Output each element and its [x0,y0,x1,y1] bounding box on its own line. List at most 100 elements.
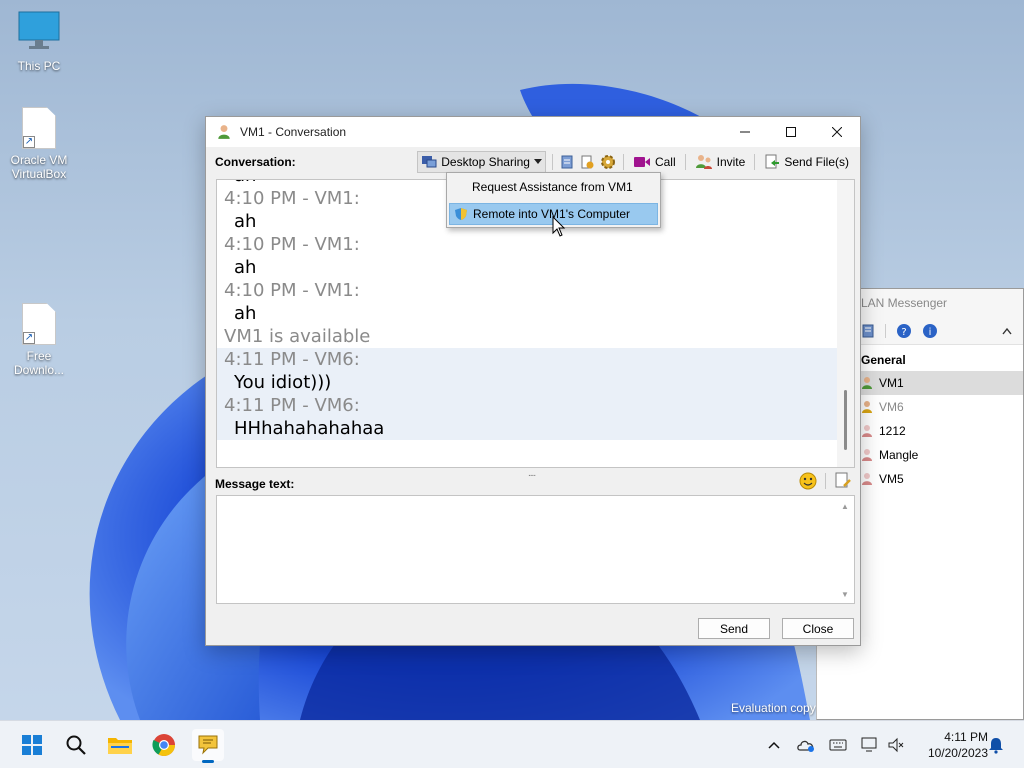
start-icon [22,735,42,755]
user-name: VM5 [879,472,904,486]
svg-text:?: ? [901,327,906,338]
message-entry: 4:11 PM - VM6: You idiot))) [217,348,837,394]
video-camera-icon [633,157,650,167]
desktop-sharing-button[interactable]: Desktop Sharing [417,151,546,173]
mouse-cursor-icon [552,216,566,237]
user-offline-icon [862,473,872,485]
message-entry: 4:11 PM - VM6: HHhahahahahaa [217,394,837,440]
user-name: VM6 [879,400,904,414]
message-text: You idiot))) [234,372,332,393]
user-online-icon [218,125,230,139]
message-text-label: Message text: [215,477,295,491]
cloud-icon [797,740,814,752]
conversation-titlebar[interactable]: VM1 - Conversation [206,117,860,147]
chrome-button[interactable] [148,729,180,761]
message-input-scrollbar[interactable]: ▲ ▼ [837,496,854,603]
bell-icon [989,738,1003,754]
invite-label: Invite [716,155,746,169]
minimize-button[interactable] [722,117,768,147]
toolbar-separator [754,154,756,170]
call-button[interactable]: Call [630,151,679,173]
clock-time: 4:11 PM [944,730,988,744]
message-input[interactable]: ▲ ▼ [216,495,855,604]
minimize-icon [740,131,750,133]
desktop-icon-label: This PC [17,59,61,73]
invite-button[interactable]: Invite [692,151,749,173]
desktop-icon-virtualbox[interactable]: ↗ Oracle VM VirtualBox [3,107,75,181]
volume-muted-icon [888,737,904,753]
lan-messenger-taskbar-button[interactable] [192,729,224,763]
splitter-handle[interactable]: .... [528,468,536,479]
message-text: ah [234,303,257,324]
menu-item-label: Request Assistance from VM1 [472,180,633,194]
send-files-button[interactable]: Send File(s) [761,151,852,173]
desktop-icon-label: Oracle VM VirtualBox [10,153,68,181]
file-shortcut-icon: ↗ [22,303,56,345]
user-name: VM1 [879,376,904,390]
show-hidden-icons-button[interactable] [764,735,784,755]
taskbar: 4:11 PM 10/20/2023 [0,720,1024,768]
send-file-icon [765,154,780,169]
invite-users-icon [695,155,712,169]
transfer-file-icon[interactable] [579,154,595,170]
status-message: VM1 is available [224,326,371,347]
svg-text:i: i [929,327,932,338]
taskbar-clock[interactable]: 4:11 PM 10/20/2023 [912,729,988,761]
collapse-chevron-icon[interactable] [1002,327,1012,335]
file-explorer-button[interactable] [104,729,136,761]
message-entry: 4:10 PM - VM1: ah [217,233,837,279]
scroll-down-icon[interactable]: ▼ [841,590,849,599]
search-icon [66,735,86,755]
desktop-sharing-label: Desktop Sharing [441,155,530,169]
conversation-label: Conversation: [215,155,296,169]
maximize-button[interactable] [768,117,814,147]
volume-tray-button[interactable] [886,735,906,755]
shortcut-arrow-icon: ↗ [23,332,35,344]
start-button[interactable] [16,729,48,761]
toolbar-separator [684,154,686,170]
info-icon[interactable]: i [922,323,938,339]
file-shortcut-icon: ↗ [22,107,56,149]
send-button[interactable]: Send [698,618,770,639]
scroll-up-icon[interactable]: ▲ [841,502,849,511]
toolbar-separator [622,154,624,170]
onedrive-tray-button[interactable] [796,735,816,755]
desktop-icon-label: Free Downlo... [13,349,65,377]
message-text: HHhahahahahaa [234,418,385,439]
close-window-button[interactable] [814,117,860,147]
message-input-value [217,496,854,504]
message-header: 4:11 PM - VM6: [224,349,360,370]
network-tray-button[interactable] [860,735,880,755]
user-away-icon [862,401,872,413]
message-tools [799,472,852,490]
help-icon[interactable]: ? [896,323,912,339]
settings-gear-icon[interactable] [599,153,617,171]
shortcut-arrow-icon: ↗ [23,136,35,148]
font-settings-icon[interactable] [834,472,852,490]
keyboard-tray-button[interactable] [828,735,848,755]
chrome-icon [152,734,175,756]
notifications-button[interactable] [986,735,1006,755]
toolbar-separator [551,154,553,170]
desktop-sharing-icon [422,156,437,168]
scrollbar-thumb[interactable] [844,390,847,450]
emoticon-icon[interactable] [799,472,817,490]
message-entry: 4:10 PM - VM1: ah [217,279,837,325]
call-label: Call [654,155,676,169]
chevron-up-icon [768,741,780,749]
contacts-book-icon[interactable] [861,324,875,338]
user-offline-icon [862,425,872,437]
chevron-down-icon [533,159,542,164]
conversation-scrollbar[interactable] [837,180,854,467]
lan-messenger-icon [198,735,218,755]
desktop-icon-free-download[interactable]: ↗ Free Downlo... [3,303,75,377]
close-button[interactable]: Close [782,618,854,639]
menu-item-request-assistance[interactable]: Request Assistance from VM1 [449,176,658,198]
user-name: Mangle [879,448,919,462]
search-button[interactable] [60,729,92,761]
desktop-icon-this-pc[interactable]: This PC [3,10,75,73]
send-files-label: Send File(s) [784,155,849,169]
message-header: 4:10 PM - VM1: [224,280,360,301]
user-online-icon [862,377,872,389]
history-book-icon[interactable] [559,154,575,170]
